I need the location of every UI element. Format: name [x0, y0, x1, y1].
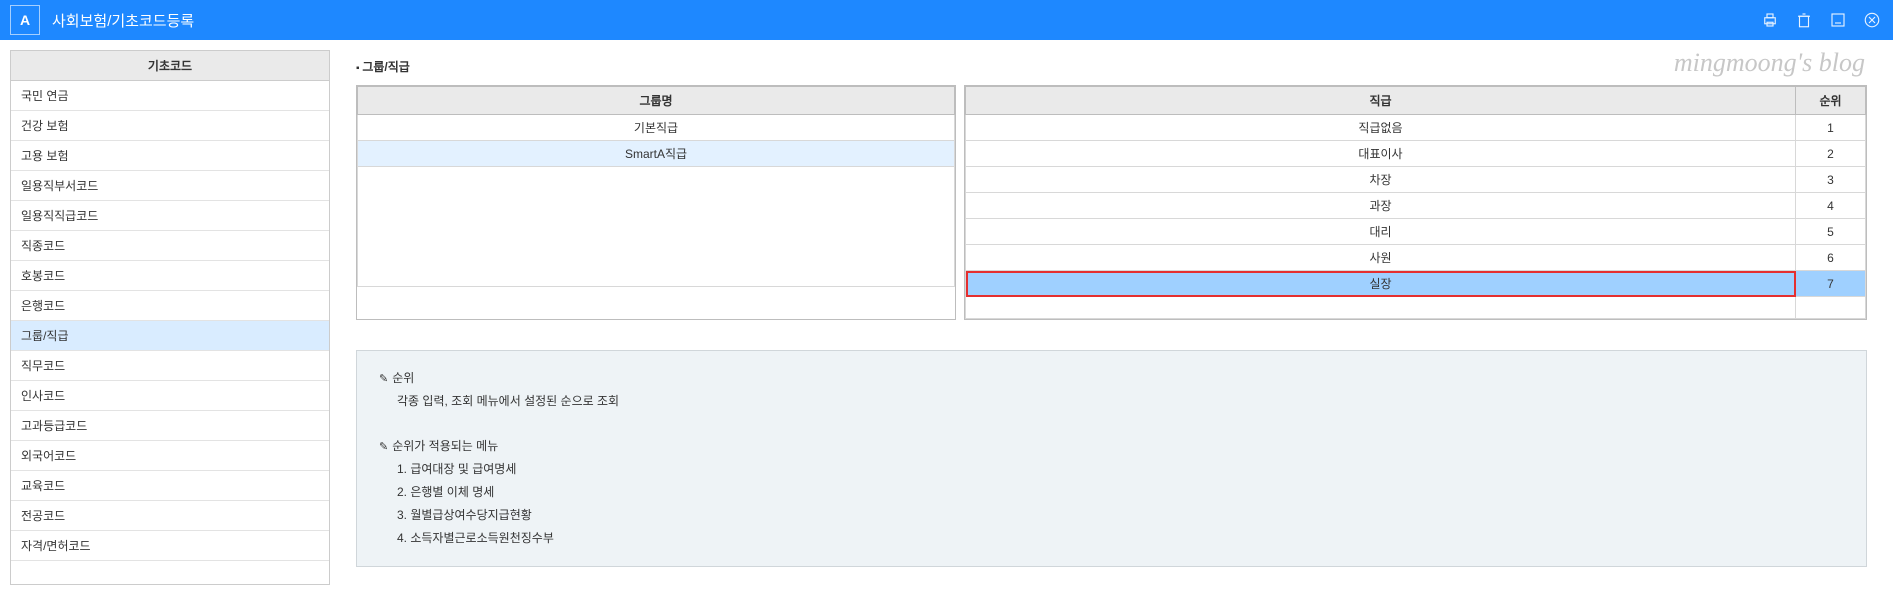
- sidebar-item[interactable]: 일용직부서코드: [11, 171, 329, 201]
- section-title: 그룹/직급: [356, 58, 1867, 75]
- help-panel: ✎순위 각종 입력, 조회 메뉴에서 설정된 순으로 조회 ✎순위가 적용되는 …: [356, 350, 1867, 567]
- sidebar-item[interactable]: 교육코드: [11, 471, 329, 501]
- table-row[interactable]: 대리5: [966, 219, 1866, 245]
- sidebar-item[interactable]: 직종코드: [11, 231, 329, 261]
- group-header: 그룹명: [358, 87, 955, 115]
- sidebar-item[interactable]: 직무코드: [11, 351, 329, 381]
- page-title: 사회보험/기초코드등록: [52, 10, 194, 31]
- table-row[interactable]: 기본직급: [358, 115, 955, 141]
- sidebar-item[interactable]: 그룹/직급: [11, 321, 329, 351]
- help-item: 1. 급여대장 및 급여명세: [397, 458, 1844, 481]
- sidebar-item[interactable]: 호봉코드: [11, 261, 329, 291]
- table-row[interactable]: 사원6: [966, 245, 1866, 271]
- table-row[interactable]: 실장7: [966, 271, 1866, 297]
- table-row[interactable]: 직급없음1: [966, 115, 1866, 141]
- minimize-icon[interactable]: [1827, 9, 1849, 31]
- help-item: 2. 은행별 이체 명세: [397, 481, 1844, 504]
- help-item: 4. 소득자별근로소득원천징수부: [397, 527, 1844, 550]
- sidebar-item[interactable]: 일용직직급코드: [11, 201, 329, 231]
- rank-header-rank: 순위: [1796, 87, 1866, 115]
- rank-header-name: 직급: [966, 87, 1796, 115]
- sidebar-item[interactable]: 국민 연금: [11, 81, 329, 111]
- group-table: 그룹명 기본직급SmartA직급: [356, 85, 956, 320]
- app-logo: A: [10, 5, 40, 35]
- sidebar-item[interactable]: 건강 보험: [11, 111, 329, 141]
- sidebar-item[interactable]: 자격/면허코드: [11, 531, 329, 561]
- sidebar-item[interactable]: 은행코드: [11, 291, 329, 321]
- close-icon[interactable]: [1861, 9, 1883, 31]
- table-row[interactable]: SmartA직급: [358, 141, 955, 167]
- sidebar-item[interactable]: 고과등급코드: [11, 411, 329, 441]
- note-icon: ✎: [379, 373, 388, 385]
- sidebar: 기초코드 국민 연금건강 보험고용 보험일용직부서코드일용직직급코드직종코드호봉…: [10, 50, 330, 585]
- table-row[interactable]: 대표이사2: [966, 141, 1866, 167]
- watermark: mingmoong's blog: [1674, 48, 1865, 78]
- sidebar-item[interactable]: 외국어코드: [11, 441, 329, 471]
- table-row[interactable]: 차장3: [966, 167, 1866, 193]
- sidebar-item[interactable]: 전공코드: [11, 501, 329, 531]
- delete-icon[interactable]: [1793, 9, 1815, 31]
- note-icon: ✎: [379, 441, 388, 453]
- sidebar-header: 기초코드: [11, 51, 329, 81]
- print-icon[interactable]: [1759, 9, 1781, 31]
- help-item: 3. 월별급상여수당지급현황: [397, 504, 1844, 527]
- rank-table: 직급 순위 직급없음1대표이사2차장3과장4대리5사원6실장7: [964, 85, 1867, 320]
- table-row[interactable]: 과장4: [966, 193, 1866, 219]
- sidebar-item[interactable]: 고용 보험: [11, 141, 329, 171]
- sidebar-item[interactable]: 인사코드: [11, 381, 329, 411]
